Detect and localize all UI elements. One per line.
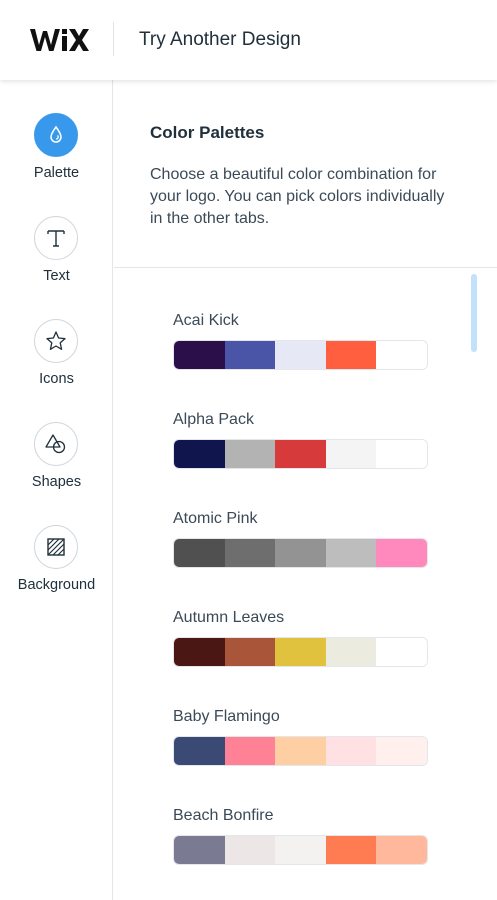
star-icon	[34, 319, 78, 363]
color-swatch	[376, 539, 427, 567]
sidebar-item-text[interactable]: Text	[0, 216, 113, 306]
color-swatch	[224, 737, 276, 765]
text-t-icon	[34, 216, 78, 260]
palette-name: Acai Kick	[173, 312, 239, 329]
sidebar-item-label: Icons	[39, 371, 74, 387]
color-swatch	[325, 539, 377, 567]
sidebar-item-label: Text	[43, 268, 70, 284]
color-swatch	[174, 341, 225, 369]
color-swatch	[224, 539, 276, 567]
sidebar-item-palette[interactable]: Palette	[0, 113, 113, 203]
color-swatch	[325, 737, 377, 765]
color-swatch	[224, 341, 276, 369]
color-palettes-panel: Color Palettes Choose a beautiful color …	[114, 80, 497, 900]
color-swatch	[376, 341, 427, 369]
palette-swatch-row[interactable]	[173, 340, 428, 370]
try-another-design-button[interactable]: Try Another Design	[139, 29, 301, 51]
color-swatch	[174, 440, 225, 468]
palette-name: Alpha Pack	[173, 411, 254, 428]
sidebar: Palette Text Icons Shapes Background	[0, 80, 113, 900]
palette-name: Atomic Pink	[173, 510, 258, 527]
palette-swatch-row[interactable]	[173, 835, 428, 865]
palette-swatch-row[interactable]	[173, 538, 428, 568]
color-swatch	[174, 539, 225, 567]
color-swatch	[224, 440, 276, 468]
palette-name: Autumn Leaves	[173, 609, 285, 626]
background-hatch-icon	[34, 525, 78, 569]
color-swatch	[275, 737, 326, 765]
color-swatch	[325, 638, 377, 666]
panel-header: Color Palettes Choose a beautiful color …	[114, 80, 497, 268]
palette-name: Baby Flamingo	[173, 708, 280, 725]
color-swatch	[275, 539, 326, 567]
sidebar-item-label: Palette	[33, 165, 80, 181]
top-bar: Try Another Design	[0, 0, 497, 80]
color-swatch	[376, 737, 427, 765]
shapes-icon	[34, 422, 78, 466]
color-swatch	[174, 836, 225, 864]
palette-name: Beach Bonfire	[173, 807, 274, 824]
sidebar-item-background[interactable]: Background	[0, 525, 113, 615]
palette-drop-icon	[34, 113, 78, 157]
panel-title: Color Palettes	[150, 123, 265, 142]
sidebar-item-shapes[interactable]: Shapes	[0, 422, 113, 512]
color-swatch	[174, 638, 225, 666]
color-swatch	[275, 440, 326, 468]
color-swatch	[325, 836, 377, 864]
color-swatch	[376, 638, 427, 666]
sidebar-item-label: Background	[17, 577, 96, 593]
color-swatch	[174, 737, 225, 765]
palette-swatch-row[interactable]	[173, 637, 428, 667]
palette-swatch-row[interactable]	[173, 439, 428, 469]
color-swatch	[275, 638, 326, 666]
panel-description: Choose a beautiful color combination for…	[150, 166, 445, 227]
color-swatch	[325, 440, 377, 468]
palette-list[interactable]: Acai Kick Alpha Pack Atomic Pink Autumn Lea…	[114, 269, 497, 900]
color-swatch	[325, 341, 377, 369]
wix-logo	[30, 29, 89, 51]
sidebar-item-label: Shapes	[31, 474, 82, 490]
color-swatch	[275, 836, 326, 864]
color-swatch	[275, 341, 326, 369]
scrollbar-thumb[interactable]	[471, 274, 477, 352]
header-divider	[113, 22, 114, 56]
color-swatch	[376, 836, 427, 864]
color-swatch	[224, 836, 276, 864]
color-swatch	[376, 440, 427, 468]
sidebar-item-icons[interactable]: Icons	[0, 319, 113, 409]
palette-swatch-row[interactable]	[173, 736, 428, 766]
color-swatch	[224, 638, 276, 666]
